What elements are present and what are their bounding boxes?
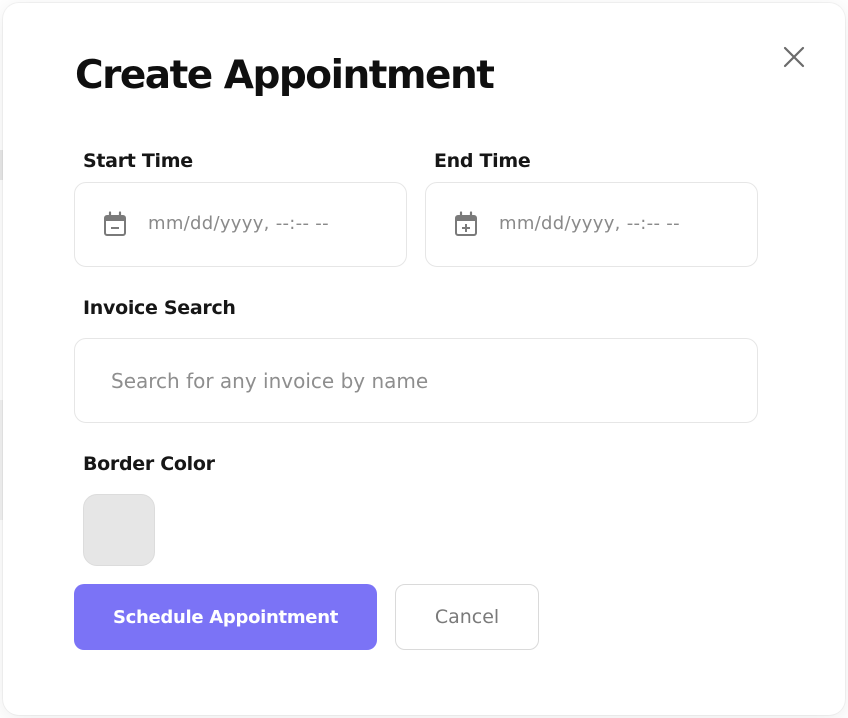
border-color-label: Border Color <box>83 453 215 475</box>
close-button[interactable] <box>778 41 810 73</box>
end-time-label: End Time <box>434 150 531 172</box>
schedule-appointment-button[interactable]: Schedule Appointment <box>74 584 377 650</box>
cancel-button[interactable]: Cancel <box>395 584 539 650</box>
close-icon <box>783 46 805 68</box>
calendar-minus-icon <box>104 211 126 236</box>
invoice-search-input[interactable] <box>75 339 757 422</box>
calendar-plus-icon <box>455 211 477 236</box>
start-time-placeholder: mm/dd/yyyy, --:-- -- <box>148 213 329 234</box>
invoice-search-field <box>74 338 758 423</box>
start-time-input[interactable]: mm/dd/yyyy, --:-- -- <box>74 182 407 267</box>
create-appointment-modal: Create Appointment Start Time mm/dd/yyyy… <box>3 3 845 715</box>
modal-title: Create Appointment <box>75 53 495 98</box>
end-time-input[interactable]: mm/dd/yyyy, --:-- -- <box>425 182 758 267</box>
start-time-label: Start Time <box>83 150 193 172</box>
end-time-placeholder: mm/dd/yyyy, --:-- -- <box>499 213 680 234</box>
invoice-search-label: Invoice Search <box>83 297 236 319</box>
border-color-swatch[interactable] <box>83 494 155 566</box>
